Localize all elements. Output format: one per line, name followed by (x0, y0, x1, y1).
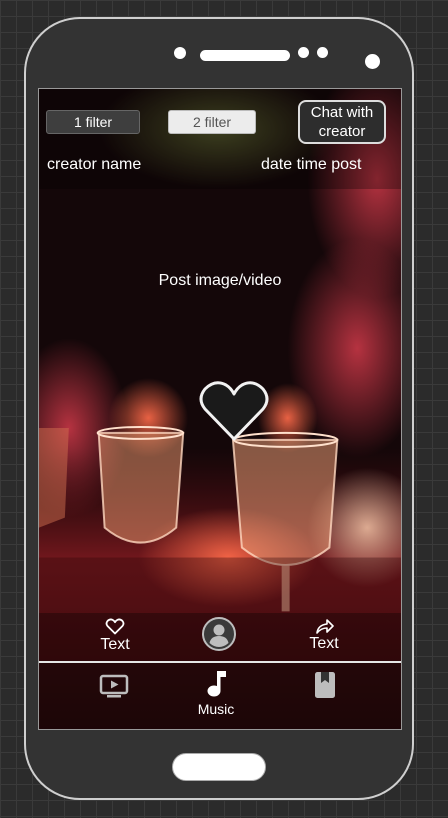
earpiece-speaker (200, 50, 290, 61)
creator-avatar-icon[interactable] (202, 617, 236, 651)
bookmark-book-icon[interactable] (314, 671, 336, 699)
filter-2-button[interactable]: 2 filter (168, 110, 256, 134)
nav-music-tab[interactable]: Music (185, 669, 247, 717)
share-arrow-icon (316, 619, 334, 634)
front-camera-icon (174, 47, 186, 59)
music-note-icon (207, 671, 226, 697)
like-count-text: Text (100, 636, 130, 653)
app-screen: 1 filter 2 filter Chat with creator crea… (38, 88, 402, 730)
tv-play-icon[interactable] (99, 674, 129, 698)
share-button[interactable]: Text (304, 617, 344, 653)
camera-lens-icon (365, 54, 380, 69)
share-count-text: Text (309, 635, 339, 652)
sensor-dot-icon (317, 47, 328, 58)
heart-icon[interactable] (199, 379, 269, 443)
sensor-dot-icon (298, 47, 309, 58)
post-media-label: Post image/video (158, 272, 282, 289)
filter-1-button[interactable]: 1 filter (46, 110, 140, 134)
creator-name[interactable]: creator name (47, 156, 141, 174)
heart-outline-icon (105, 618, 125, 635)
post-date-time: date time post (261, 156, 362, 173)
home-button[interactable] (172, 753, 266, 781)
chat-with-creator-button[interactable]: Chat with creator (298, 100, 386, 144)
nav-music-label: Music (197, 701, 235, 717)
like-button[interactable]: Text (95, 617, 135, 654)
